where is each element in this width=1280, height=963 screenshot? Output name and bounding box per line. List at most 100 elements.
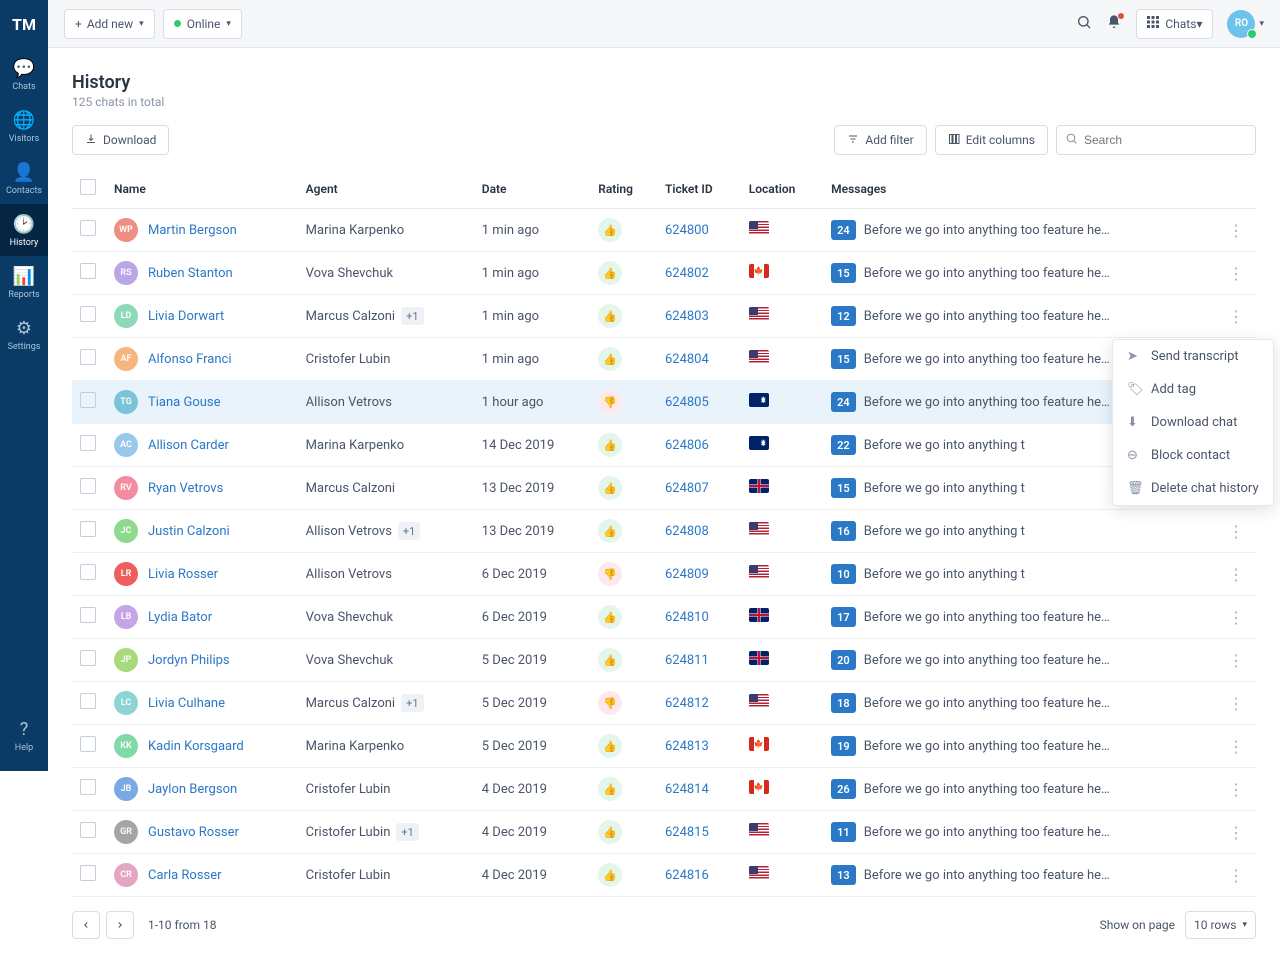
table-row[interactable]: GRGustavo Rosser Cristofer Lubin+1 4 Dec… [72, 811, 1256, 854]
row-actions-button[interactable]: ⋮ [1224, 780, 1248, 799]
row-checkbox[interactable] [80, 349, 96, 365]
ticket-link[interactable]: 624804 [665, 352, 709, 367]
extra-agents-badge[interactable]: +1 [396, 823, 418, 841]
contact-name-link[interactable]: Ruben Stanton [148, 266, 233, 281]
context-menu-item[interactable]: ⬇Download chat [1113, 406, 1273, 439]
row-checkbox[interactable] [80, 865, 96, 881]
table-row[interactable]: LCLivia Culhane Marcus Calzoni+1 5 Dec 2… [72, 682, 1256, 725]
ticket-link[interactable]: 624802 [665, 266, 709, 281]
contact-name-link[interactable]: Carla Rosser [148, 868, 222, 883]
ticket-link[interactable]: 624814 [665, 782, 709, 797]
row-checkbox[interactable] [80, 220, 96, 236]
sidebar-item-reports[interactable]: 📊Reports [0, 256, 48, 308]
row-actions-button[interactable]: ⋮ [1224, 522, 1248, 541]
sidebar-item-help[interactable]: ? Help [0, 709, 48, 761]
ticket-link[interactable]: 624807 [665, 481, 709, 496]
notifications-icon[interactable] [1106, 14, 1122, 34]
row-checkbox[interactable] [80, 693, 96, 709]
contact-name-link[interactable]: Gustavo Rosser [148, 825, 239, 840]
table-row[interactable]: AFAlfonso Franci Cristofer Lubin 1 min a… [72, 338, 1256, 381]
row-actions-button[interactable]: ⋮ [1224, 823, 1248, 842]
contact-name-link[interactable]: Livia Culhane [148, 696, 225, 711]
row-checkbox[interactable] [80, 263, 96, 279]
row-checkbox[interactable] [80, 650, 96, 666]
contact-name-link[interactable]: Livia Rosser [148, 567, 218, 582]
table-row[interactable]: LDLivia Dorwart Marcus Calzoni+1 1 min a… [72, 295, 1256, 338]
context-menu-item[interactable]: ⊖Block contact [1113, 439, 1273, 472]
sidebar-item-visitors[interactable]: 🌐Visitors [0, 100, 48, 152]
ticket-link[interactable]: 624805 [665, 395, 709, 410]
sidebar-item-settings[interactable]: ⚙Settings [0, 308, 48, 360]
user-menu[interactable]: RO ▾ [1227, 10, 1264, 38]
table-row[interactable]: ACAllison Carder Marina Karpenko 14 Dec … [72, 424, 1256, 467]
table-row[interactable]: LRLivia Rosser Allison Vetrovs 6 Dec 201… [72, 553, 1256, 596]
table-row[interactable]: TGTiana Gouse Allison Vetrovs 1 hour ago… [72, 381, 1256, 424]
add-filter-button[interactable]: Add filter [834, 125, 926, 155]
table-row[interactable]: RSRuben Stanton Vova Shevchuk 1 min ago … [72, 252, 1256, 295]
next-page-button[interactable] [106, 911, 134, 939]
rows-per-page-select[interactable]: 10 rows ▾ [1185, 911, 1256, 939]
contact-name-link[interactable]: Justin Calzoni [148, 524, 230, 539]
select-all-checkbox[interactable] [80, 179, 96, 195]
sidebar-item-history[interactable]: 🕑History [0, 204, 48, 256]
context-menu-item[interactable]: ➤Send transcript [1113, 340, 1273, 373]
contact-name-link[interactable]: Allison Carder [148, 438, 229, 453]
row-actions-button[interactable]: ⋮ [1224, 264, 1248, 283]
row-checkbox[interactable] [80, 435, 96, 451]
row-checkbox[interactable] [80, 607, 96, 623]
contact-name-link[interactable]: Alfonso Franci [148, 352, 232, 367]
contact-name-link[interactable]: Ryan Vetrovs [148, 481, 223, 496]
ticket-link[interactable]: 624808 [665, 524, 709, 539]
contact-name-link[interactable]: Kadin Korsgaard [148, 739, 244, 754]
table-row[interactable]: JPJordyn Philips Vova Shevchuk 5 Dec 201… [72, 639, 1256, 682]
ticket-link[interactable]: 624806 [665, 438, 709, 453]
row-checkbox[interactable] [80, 392, 96, 408]
row-actions-button[interactable]: ⋮ [1224, 866, 1248, 885]
row-actions-button[interactable]: ⋮ [1224, 221, 1248, 240]
row-checkbox[interactable] [80, 779, 96, 795]
ticket-link[interactable]: 624811 [665, 653, 709, 668]
search-input[interactable] [1084, 133, 1247, 147]
status-button[interactable]: Online ▾ [163, 9, 242, 39]
row-actions-button[interactable]: ⋮ [1224, 694, 1248, 713]
row-actions-button[interactable]: ⋮ [1224, 565, 1248, 584]
row-checkbox[interactable] [80, 564, 96, 580]
contact-name-link[interactable]: Lydia Bator [148, 610, 212, 625]
table-row[interactable]: JBJaylon Bergson Cristofer Lubin 4 Dec 2… [72, 768, 1256, 811]
contact-name-link[interactable]: Jordyn Philips [148, 653, 230, 668]
ticket-link[interactable]: 624813 [665, 739, 709, 754]
row-checkbox[interactable] [80, 822, 96, 838]
sidebar-item-chats[interactable]: 💬Chats [0, 48, 48, 100]
download-button[interactable]: Download [72, 125, 169, 155]
ticket-link[interactable]: 624812 [665, 696, 709, 711]
ticket-link[interactable]: 624810 [665, 610, 709, 625]
table-row[interactable]: WPMartin Bergson Marina Karpenko 1 min a… [72, 209, 1256, 252]
extra-agents-badge[interactable]: +1 [401, 694, 423, 712]
row-actions-button[interactable]: ⋮ [1224, 608, 1248, 627]
search-box[interactable] [1056, 125, 1256, 155]
row-checkbox[interactable] [80, 736, 96, 752]
ticket-link[interactable]: 624809 [665, 567, 709, 582]
ticket-link[interactable]: 624800 [665, 223, 709, 238]
row-checkbox[interactable] [80, 478, 96, 494]
extra-agents-badge[interactable]: +1 [398, 522, 420, 540]
apps-dropdown[interactable]: Chats ▾ [1136, 9, 1213, 39]
row-actions-button[interactable]: ⋮ [1224, 307, 1248, 326]
table-row[interactable]: RVRyan Vetrovs Marcus Calzoni 13 Dec 201… [72, 467, 1256, 510]
add-new-button[interactable]: + Add new ▾ [64, 9, 155, 39]
context-menu-item[interactable]: 🗑Delete chat history [1113, 472, 1273, 505]
table-row[interactable]: CRCarla Rosser Cristofer Lubin 4 Dec 201… [72, 854, 1256, 897]
extra-agents-badge[interactable]: +1 [401, 307, 423, 325]
ticket-link[interactable]: 624816 [665, 868, 709, 883]
sidebar-item-contacts[interactable]: 👤Contacts [0, 152, 48, 204]
ticket-link[interactable]: 624815 [665, 825, 709, 840]
table-row[interactable]: JCJustin Calzoni Allison Vetrovs+1 13 De… [72, 510, 1256, 553]
contact-name-link[interactable]: Jaylon Bergson [148, 782, 237, 797]
table-row[interactable]: LBLydia Bator Vova Shevchuk 6 Dec 2019 👍… [72, 596, 1256, 639]
contact-name-link[interactable]: Livia Dorwart [148, 309, 224, 324]
row-checkbox[interactable] [80, 306, 96, 322]
row-checkbox[interactable] [80, 521, 96, 537]
edit-columns-button[interactable]: Edit columns [935, 125, 1048, 155]
contact-name-link[interactable]: Tiana Gouse [148, 395, 221, 410]
ticket-link[interactable]: 624803 [665, 309, 709, 324]
